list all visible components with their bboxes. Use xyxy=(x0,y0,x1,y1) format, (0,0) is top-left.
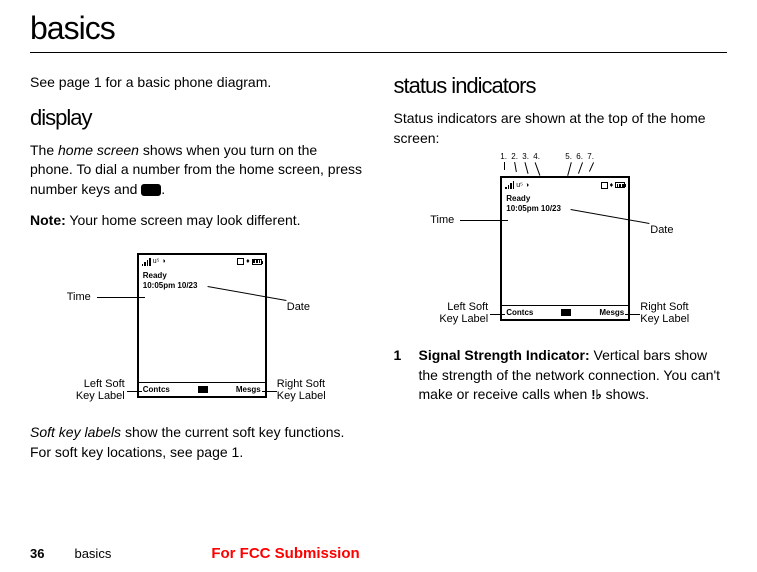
screen-ready-2: Ready 10:05pm 10/23 xyxy=(502,192,628,215)
send-key-icon xyxy=(141,184,161,196)
status-bar: u⁵ ◑ ♦ xyxy=(139,255,265,269)
home-screen-diagram: u⁵ ◑ ♦ Ready 10:05pm 10/23 Contcs xyxy=(47,243,347,413)
ind-2: 2. xyxy=(511,152,518,161)
fcc-notice: For FCC Submission xyxy=(211,545,359,562)
status-heading: status indicators xyxy=(394,73,728,99)
status-left-2: u⁵ ◑ xyxy=(505,181,529,189)
battery-icon xyxy=(252,259,262,265)
horizontal-rule xyxy=(30,52,727,53)
footer-section: basics xyxy=(74,546,111,561)
display-heading: display xyxy=(30,105,364,131)
status-left: u⁵ ◑ xyxy=(142,258,166,266)
phone-screen-2: u⁵ ◑ ♦ Ready 10:05pm 10/23 Contcs xyxy=(500,176,630,321)
time-line xyxy=(97,297,145,298)
softkey-para: Soft key labels show the current soft ke… xyxy=(30,423,364,462)
softkey-term: Soft key labels xyxy=(30,424,121,440)
ind-4: 4. xyxy=(533,152,540,161)
note-para: Note: Your home screen may look differen… xyxy=(30,211,364,231)
right-soft-line-2 xyxy=(625,314,640,315)
center-key-icon-2 xyxy=(561,309,571,316)
softkey-bar: Contcs Mesgs xyxy=(139,382,265,396)
ring-icon: ♦ xyxy=(246,258,250,265)
note-text: Your home screen may look different. xyxy=(66,212,301,228)
ind-1: 1. xyxy=(500,152,507,161)
ready-label: Ready xyxy=(143,271,261,281)
ind-7: 7. xyxy=(587,152,594,161)
ready-label-2: Ready xyxy=(506,194,624,204)
text-c: . xyxy=(161,181,165,197)
left-soft-callout-2: Left Soft Key Label xyxy=(410,301,488,325)
left-soft-line-2 xyxy=(490,314,505,315)
time-callout: Time xyxy=(67,291,91,303)
signal-icon xyxy=(142,258,151,266)
footer: 36 basics For FCC Submission xyxy=(30,545,727,562)
time-line-2 xyxy=(460,220,508,221)
text-a: The xyxy=(30,142,58,158)
ind-line-3 xyxy=(525,162,529,174)
right-soft-callout-2: Right Soft Key Label xyxy=(640,301,689,325)
page-title: basics xyxy=(30,10,727,47)
status-indicators-diagram: 1. 2. 3. 4. 5. 6. 7. xyxy=(410,166,710,336)
message-icon-2 xyxy=(601,182,608,189)
right-soft-callout: Right Soft Key Label xyxy=(277,378,326,402)
softkey-bar-2: Contcs Mesgs xyxy=(502,305,628,319)
indicator-list-item-1: 1 Signal Strength Indicator: Vertical ba… xyxy=(394,346,728,405)
ind-line-5 xyxy=(567,162,572,176)
list-content: Signal Strength Indicator: Vertical bars… xyxy=(419,346,728,405)
message-icon xyxy=(237,258,244,265)
gprs-icon: u⁵ xyxy=(153,258,160,265)
ind-line-4 xyxy=(535,162,541,175)
center-key-icon xyxy=(198,386,208,393)
right-softkey-2: Mesgs xyxy=(599,308,624,317)
status-right-2: ♦ xyxy=(601,182,626,189)
page-number: 36 xyxy=(30,546,44,561)
ind-6: 6. xyxy=(576,152,583,161)
status-para: Status indicators are shown at the top o… xyxy=(394,109,728,148)
date-callout: Date xyxy=(287,301,310,313)
ind-line-2 xyxy=(514,162,517,172)
right-column: status indicators Status indicators are … xyxy=(394,73,728,474)
left-column: See page 1 for a basic phone diagram. di… xyxy=(30,73,364,474)
status-right: ♦ xyxy=(237,258,262,265)
home-screen-term: home screen xyxy=(58,142,139,158)
time-date-label: 10:05pm 10/23 xyxy=(143,281,261,291)
ind-line-1 xyxy=(504,162,505,170)
ind-line-7 xyxy=(589,162,594,171)
list-text2: shows. xyxy=(602,386,649,402)
status-bar-2: u⁵ ◑ ♦ xyxy=(502,178,628,192)
right-softkey: Mesgs xyxy=(236,385,261,394)
left-softkey-2: Contcs xyxy=(506,308,533,317)
list-number: 1 xyxy=(394,346,419,405)
intro-text: See page 1 for a basic phone diagram. xyxy=(30,73,364,93)
gprs-icon-2: u⁵ xyxy=(516,182,523,189)
list-bold: Signal Strength Indicator: xyxy=(419,347,590,363)
signal-icon-2 xyxy=(505,181,514,189)
ind-3: 3. xyxy=(522,152,529,161)
left-soft-callout: Left Soft Key Label xyxy=(47,378,125,402)
ind-5: 5. xyxy=(565,152,572,161)
no-signal-icon: !♭ xyxy=(591,386,601,404)
content-columns: See page 1 for a basic phone diagram. di… xyxy=(30,73,727,474)
left-soft-line xyxy=(127,391,142,392)
phone-screen: u⁵ ◑ ♦ Ready 10:05pm 10/23 Contcs xyxy=(137,253,267,398)
roam-icon-2: ◑ xyxy=(525,182,529,189)
time-date-label-2: 10:05pm 10/23 xyxy=(506,204,624,214)
roam-icon: ◑ xyxy=(162,258,166,265)
time-callout-2: Time xyxy=(430,214,454,226)
note-label: Note: xyxy=(30,212,66,228)
ind-line-6 xyxy=(578,162,583,174)
date-callout-2: Date xyxy=(650,224,673,236)
right-soft-line xyxy=(262,391,277,392)
screen-ready: Ready 10:05pm 10/23 xyxy=(139,269,265,292)
home-screen-para: The home screen shows when you turn on t… xyxy=(30,141,364,200)
battery-icon-2 xyxy=(615,182,625,188)
ring-icon-2: ♦ xyxy=(610,182,614,189)
left-softkey: Contcs xyxy=(143,385,170,394)
